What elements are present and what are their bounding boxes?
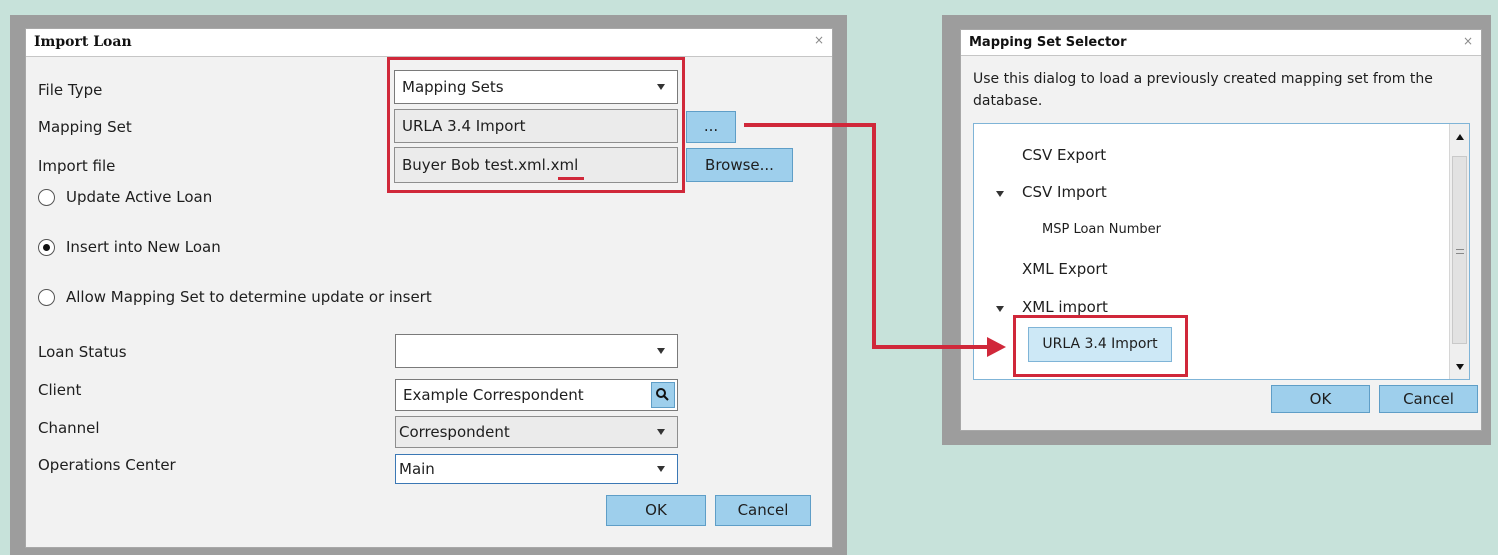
- mapping-set-browse-button[interactable]: ...: [686, 111, 736, 143]
- close-icon[interactable]: ×: [814, 33, 824, 47]
- import-loan-titlebar: Import Loan ×: [26, 29, 832, 57]
- selector-cancel-button[interactable]: Cancel: [1379, 385, 1478, 413]
- radio-label: Insert into New Loan: [66, 238, 221, 256]
- expand-triangle-icon[interactable]: [996, 191, 1004, 197]
- selector-titlebar: Mapping Set Selector ×: [961, 30, 1481, 56]
- radio-label: Update Active Loan: [66, 188, 213, 206]
- loan-status-label: Loan Status: [38, 343, 127, 361]
- selector-ok-button[interactable]: OK: [1271, 385, 1370, 413]
- browse-button[interactable]: Browse...: [686, 148, 793, 182]
- file-type-label: File Type: [38, 81, 103, 99]
- scrollbar-thumb[interactable]: [1452, 156, 1467, 344]
- import-loan-dialog: Import Loan × File Type Mapping Set Impo…: [25, 28, 833, 548]
- dialog-title: Import Loan: [34, 34, 132, 50]
- operations-center-select[interactable]: Main: [395, 454, 678, 484]
- import-file-label: Import file: [38, 157, 116, 175]
- radio-button-selected-icon: [38, 239, 55, 256]
- description-line: database.: [973, 93, 1043, 109]
- chevron-down-icon: [657, 466, 665, 472]
- selector-title: Mapping Set Selector: [969, 35, 1127, 50]
- tree-scrollbar[interactable]: [1449, 124, 1469, 379]
- radio-button-icon: [38, 189, 55, 206]
- chevron-down-icon: [657, 429, 665, 435]
- tree-item-xml-export[interactable]: XML Export: [1022, 260, 1107, 278]
- scroll-up-arrow-icon[interactable]: [1456, 134, 1464, 140]
- radio-insert-new-loan[interactable]: Insert into New Loan: [38, 237, 418, 259]
- client-value: Example Correspondent: [403, 386, 584, 404]
- grip-icon: [1456, 249, 1464, 254]
- tree-item-xml-import[interactable]: XML import: [1022, 298, 1108, 316]
- close-icon[interactable]: ×: [1463, 34, 1473, 48]
- chevron-down-icon: [657, 348, 665, 354]
- client-input[interactable]: Example Correspondent: [395, 379, 678, 411]
- selector-description: Use this dialog to load a previously cre…: [973, 68, 1433, 112]
- search-icon[interactable]: [651, 382, 675, 408]
- cancel-button[interactable]: Cancel: [715, 495, 811, 526]
- operations-center-label: Operations Center: [38, 456, 176, 474]
- radio-allow-mapping-set[interactable]: Allow Mapping Set to determine update or…: [38, 287, 538, 309]
- scroll-down-arrow-icon[interactable]: [1456, 364, 1464, 370]
- radio-label: Allow Mapping Set to determine update or…: [66, 288, 432, 306]
- radio-button-icon: [38, 289, 55, 306]
- fields-highlight-annotation: [387, 57, 685, 193]
- selected-item-highlight-annotation: [1013, 315, 1188, 377]
- ok-button[interactable]: OK: [606, 495, 706, 526]
- tree-item-csv-import[interactable]: CSV Import: [1022, 183, 1107, 201]
- channel-label: Channel: [38, 419, 100, 437]
- channel-value: Correspondent: [399, 423, 510, 441]
- operations-center-value: Main: [399, 460, 435, 478]
- description-line: Use this dialog to load a previously cre…: [973, 71, 1433, 87]
- channel-select[interactable]: Correspondent: [395, 416, 678, 448]
- mapping-set-label: Mapping Set: [38, 118, 132, 136]
- radio-update-active-loan[interactable]: Update Active Loan: [38, 187, 418, 209]
- tree-item-csv-export[interactable]: CSV Export: [1022, 146, 1106, 164]
- client-label: Client: [38, 381, 82, 399]
- tree-item-msp-loan-number[interactable]: MSP Loan Number: [1042, 222, 1161, 237]
- expand-triangle-icon[interactable]: [996, 306, 1004, 312]
- loan-status-select[interactable]: [395, 334, 678, 368]
